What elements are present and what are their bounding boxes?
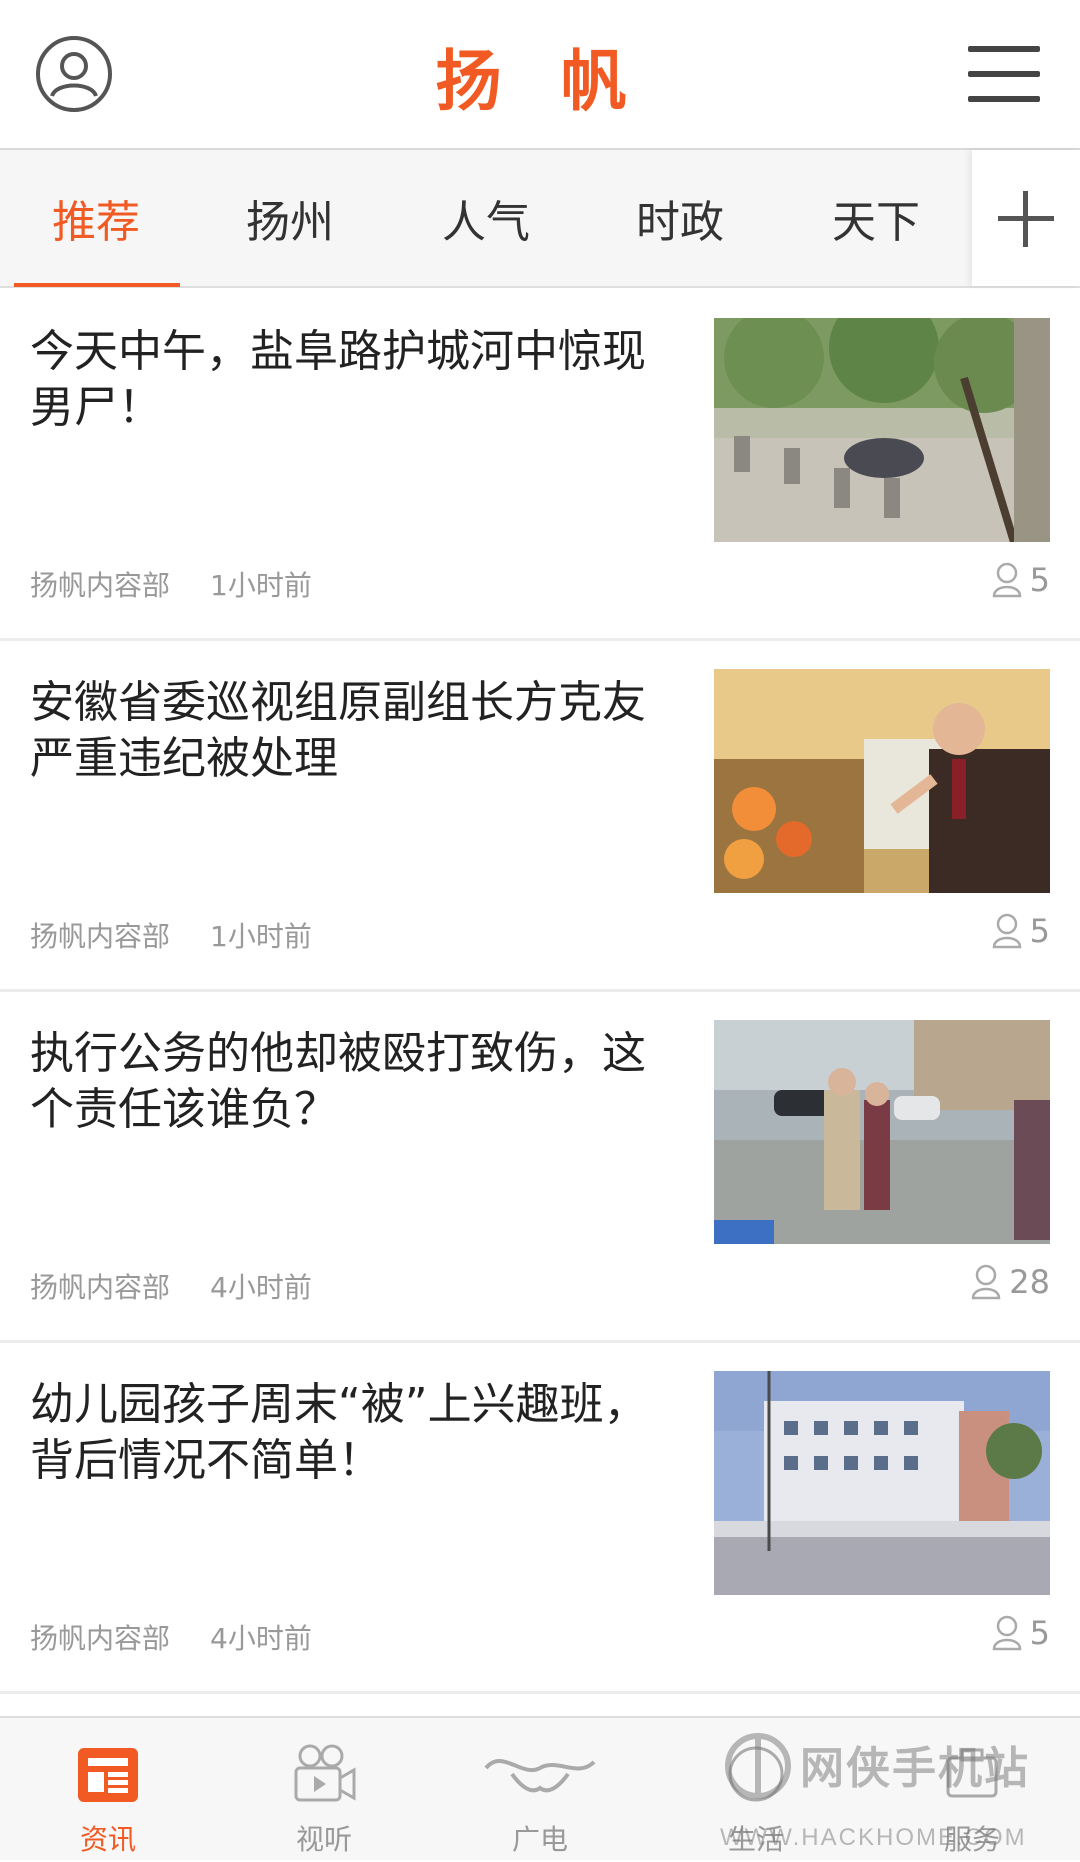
view-count: 5: [992, 911, 1050, 951]
news-thumbnail[interactable]: [714, 1371, 1050, 1595]
tab-world[interactable]: 天下: [796, 186, 956, 250]
news-title[interactable]: 今天中午，盐阜路护城河中惊现男尸！: [30, 324, 660, 436]
broadcast-icon: [484, 1759, 596, 1793]
news-item[interactable]: 执行公务的他却被殴打致伤，这个责任该谁负？ 扬帆内容部 4小时前 28: [0, 992, 1080, 1343]
news-source: 扬帆内容部: [30, 569, 171, 602]
news-source: 扬帆内容部: [30, 1622, 171, 1655]
watermark-title: 网侠手机站: [800, 1743, 1030, 1794]
nav-label: 资讯: [79, 1823, 136, 1856]
nav-news[interactable]: 资讯: [0, 1718, 216, 1862]
nav-label: 视听: [295, 1823, 352, 1856]
news-source: 扬帆内容部: [30, 1271, 171, 1304]
view-count-value: 5: [1029, 561, 1050, 599]
category-tabs: 推荐 扬州 人气 时政 天下: [0, 150, 1080, 288]
app-logo: 扬 帆: [435, 42, 645, 120]
active-tab-indicator: [14, 283, 180, 287]
news-title[interactable]: 执行公务的他却被殴打致伤，这个责任该谁负？: [30, 1026, 660, 1138]
app-header: 扬 帆: [0, 0, 1080, 150]
nav-label: 广电: [511, 1823, 568, 1856]
user-icon: [992, 1615, 1021, 1651]
news-time: 1小时前: [210, 569, 312, 602]
view-count-value: 5: [1029, 912, 1050, 950]
tab-recommend[interactable]: 推荐: [16, 186, 176, 250]
tab-popular[interactable]: 人气: [406, 186, 566, 250]
video-camera-icon: [294, 1744, 356, 1802]
news-thumbnail[interactable]: [714, 669, 1050, 893]
news-item[interactable]: 今天中午，盐阜路护城河中惊现男尸！ 扬帆内容部 1小时前 5: [0, 290, 1080, 641]
view-count-value: 28: [1009, 1263, 1050, 1301]
news-time: 4小时前: [210, 1271, 312, 1304]
nav-broadcast[interactable]: 广电: [432, 1718, 648, 1862]
user-icon: [992, 913, 1021, 949]
user-icon: [972, 1264, 1001, 1300]
news-source: 扬帆内容部: [30, 920, 171, 953]
news-thumbnail[interactable]: [714, 318, 1050, 542]
tab-yangzhou[interactable]: 扬州: [210, 186, 370, 250]
news-item[interactable]: 幼儿园孩子周末“被”上兴趣班，背后情况不简单！ 扬帆内容部 4小时前 5: [0, 1343, 1080, 1694]
news-thumbnail[interactable]: [714, 1020, 1050, 1244]
news-list: 今天中午，盐阜路护城河中惊现男尸！ 扬帆内容部 1小时前 5 安徽省委巡视组原副…: [0, 290, 1080, 1694]
tab-politics[interactable]: 时政: [600, 186, 760, 250]
view-count: 28: [971, 1262, 1050, 1302]
add-channel-button[interactable]: [972, 150, 1080, 286]
news-title[interactable]: 幼儿园孩子周末“被”上兴趣班，背后情况不简单！: [30, 1377, 660, 1489]
news-title[interactable]: 安徽省委巡视组原副组长方克友严重违纪被处理: [30, 675, 660, 787]
watermark: 网侠手机站 WWW.HACKHOME.COM: [720, 1728, 1070, 1858]
watermark-url: WWW.HACKHOME.COM: [720, 1824, 1027, 1851]
view-count: 5: [992, 1613, 1050, 1653]
view-count: 5: [992, 560, 1050, 600]
news-time: 1小时前: [210, 920, 312, 953]
news-icon: [78, 1748, 138, 1802]
news-item[interactable]: 安徽省委巡视组原副组长方克友严重违纪被处理 扬帆内容部 1小时前 5: [0, 641, 1080, 992]
view-count-value: 5: [1029, 1614, 1050, 1652]
news-time: 4小时前: [210, 1622, 312, 1655]
watermark-logo-icon: [725, 1733, 791, 1799]
nav-video[interactable]: 视听: [216, 1718, 432, 1862]
user-icon: [992, 562, 1021, 598]
hamburger-menu-icon[interactable]: [968, 44, 1040, 104]
